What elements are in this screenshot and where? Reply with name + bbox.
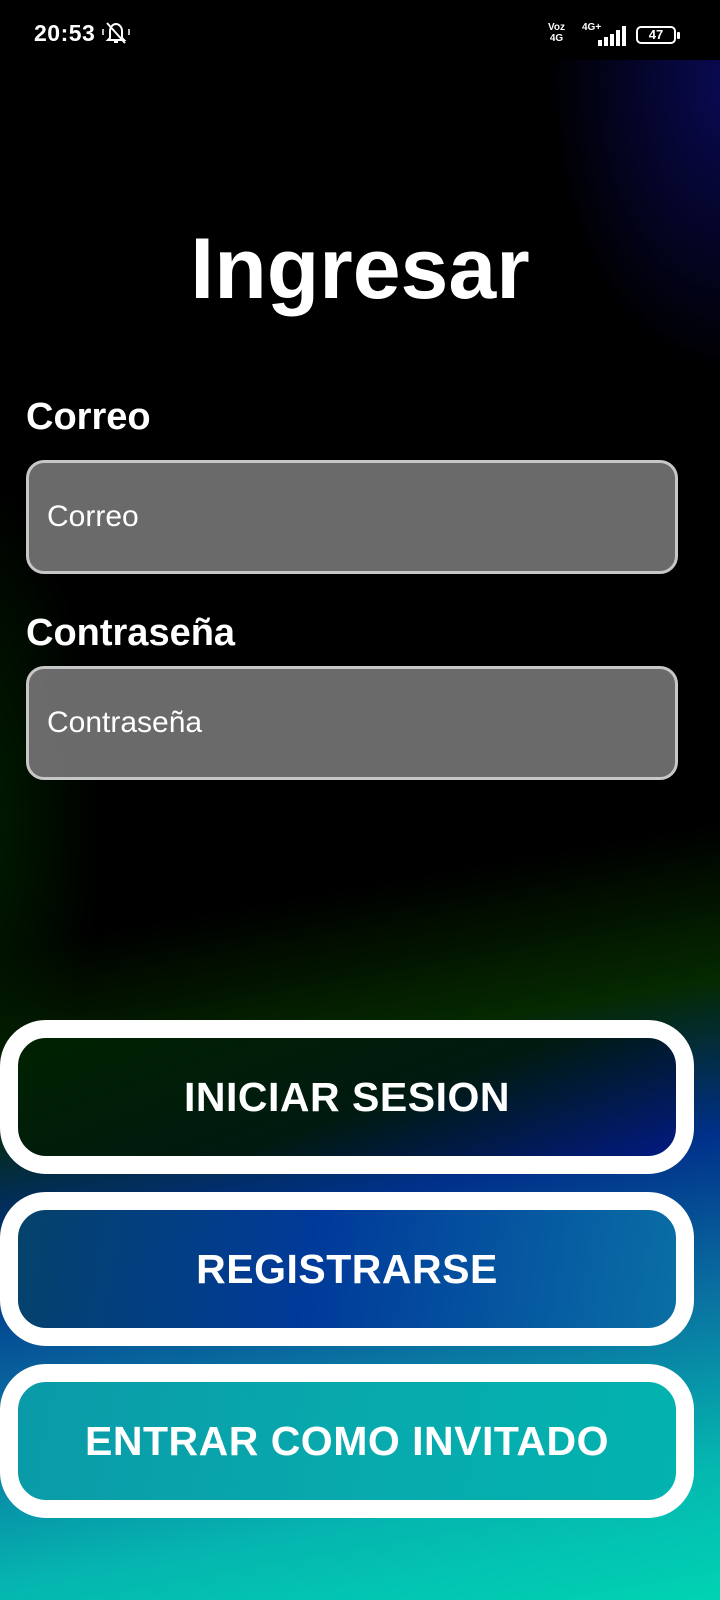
signal-bars-icon (598, 26, 626, 46)
guest-button[interactable]: ENTRAR COMO INVITADO (0, 1364, 694, 1518)
battery-icon: 47 (636, 26, 680, 44)
password-label: Contraseña (26, 612, 236, 654)
email-label: Correo (26, 396, 151, 438)
status-bar: 20:53 Voz 4G 4G+ 47 (0, 0, 720, 60)
page-title: Ingresar (190, 221, 530, 317)
bell-muted-icon (102, 22, 130, 44)
password-field[interactable]: Contraseña (26, 666, 678, 780)
register-button[interactable]: REGISTRARSE (0, 1192, 694, 1346)
status-time: 20:53 (34, 20, 96, 46)
email-field[interactable]: Correo (26, 460, 678, 574)
login-button[interactable]: INICIAR SESION (0, 1020, 694, 1174)
network-type: Voz 4G (548, 22, 566, 44)
